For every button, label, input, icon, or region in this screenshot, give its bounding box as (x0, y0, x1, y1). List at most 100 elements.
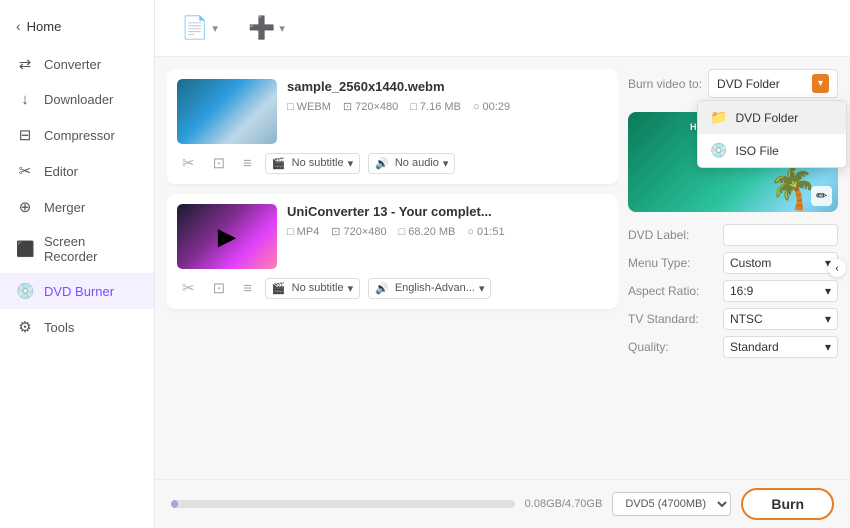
quality-chevron-icon: ▾ (825, 340, 831, 354)
file-duration-1: ○ 00:29 (473, 100, 510, 113)
sidebar-item-converter[interactable]: ⇄ Converter (0, 46, 154, 82)
duration-icon-1: ○ (473, 101, 480, 113)
burn-dropdown-arrow-icon[interactable]: ▾ (812, 74, 829, 93)
settings-grid: DVD Label: Menu Type: Custom ▾ Aspect Ra… (628, 224, 838, 358)
menu-type-label: Menu Type: (628, 256, 708, 270)
menu-item-iso-file-label: ISO File (735, 144, 778, 158)
sidebar-item-merger[interactable]: ⊕ Merger (0, 189, 154, 225)
subtitle-chevron-1: ▾ (348, 157, 354, 170)
sidebar-item-compressor[interactable]: ⊟ Compressor (0, 117, 154, 153)
iso-file-icon: 💿 (710, 142, 727, 159)
converter-icon: ⇄ (16, 55, 34, 73)
bottom-bar: 0.08GB/4.70GB DVD5 (4700MB) Burn (155, 479, 850, 528)
burn-to-label: Burn video to: (628, 77, 702, 91)
file-thumb-1 (177, 79, 277, 144)
merger-icon: ⊕ (16, 198, 34, 216)
sidebar-item-editor[interactable]: ✂ Editor (0, 153, 154, 189)
crop-icon-2[interactable]: ⊡ (208, 277, 231, 299)
burn-to-menu: 📁 DVD Folder 💿 ISO File (697, 100, 847, 168)
main-area: 📄 ▾ ➕ ▾ sample_2560x1440.webm (155, 0, 850, 528)
subtitle-dropdown-2[interactable]: 🎬 No subtitle ▾ (265, 278, 360, 299)
file-info-1: sample_2560x1440.webm □ WEBM ⊡ 720×480 (287, 79, 608, 113)
dvd-burner-icon: 💿 (16, 282, 34, 300)
file-card-2-top: ▶ UniConverter 13 - Your complet... □ MP… (177, 204, 608, 269)
aspect-ratio-label: Aspect Ratio: (628, 284, 708, 298)
menu-type-value: Custom (730, 256, 771, 270)
file-duration-2: ○ 01:51 (467, 225, 504, 238)
sidebar-item-dvd-burner[interactable]: 💿 DVD Burner (0, 273, 154, 309)
subtitle-chevron-2: ▾ (348, 282, 354, 295)
dvd-label-input[interactable] (723, 224, 838, 246)
file-info-2: UniConverter 13 - Your complet... □ MP4 … (287, 204, 608, 238)
file-meta-1: □ WEBM ⊡ 720×480 □ 7.16 MB (287, 100, 608, 113)
audio-icon-2: 🔊 (375, 282, 389, 295)
format-icon-2: □ (287, 226, 294, 238)
effects-icon-2[interactable]: ≡ (238, 278, 257, 299)
file-thumb-2: ▶ (177, 204, 277, 269)
storage-text: 0.08GB/4.70GB (525, 498, 603, 510)
aspect-ratio-select[interactable]: 16:9 ▾ (723, 280, 838, 302)
cut-icon-1[interactable]: ✂ (177, 152, 200, 174)
audio-dropdown-1[interactable]: 🔊 No audio ▾ (368, 153, 455, 174)
aspect-ratio-row: Aspect Ratio: 16:9 ▾ (628, 280, 838, 302)
burn-button[interactable]: Burn (741, 488, 834, 520)
sidebar-item-editor-label: Editor (44, 164, 78, 179)
back-arrow-icon: ‹ (16, 18, 21, 34)
menu-item-dvd-folder[interactable]: 📁 DVD Folder (698, 101, 846, 134)
file-size-1: □ 7.16 MB (410, 100, 461, 113)
menu-item-iso-file[interactable]: 💿 ISO File (698, 134, 846, 167)
file-size-2: □ 68.20 MB (399, 225, 456, 238)
downloader-icon: ↓ (16, 91, 34, 108)
size-icon-1: □ (410, 101, 417, 113)
quality-row: Quality: Standard ▾ (628, 336, 838, 358)
sidebar-item-screen-recorder[interactable]: ⬛ Screen Recorder (0, 225, 154, 273)
file-meta-2: □ MP4 ⊡ 720×480 □ 68.20 MB (287, 225, 608, 238)
sidebar-back-btn[interactable]: ‹ Home (0, 10, 154, 42)
preview-edit-button[interactable]: ✏ (811, 186, 832, 206)
disc-select[interactable]: DVD5 (4700MB) (612, 492, 731, 516)
tv-standard-select[interactable]: NTSC ▾ (723, 308, 838, 330)
sidebar-item-tools-label: Tools (44, 320, 74, 335)
subtitle-dropdown-1[interactable]: 🎬 No subtitle ▾ (265, 153, 360, 174)
resolution-icon-2: ⊡ (331, 225, 340, 238)
duration-icon-2: ○ (467, 226, 474, 238)
sidebar-item-downloader-label: Downloader (44, 92, 113, 107)
dvd-label-row: DVD Label: (628, 224, 838, 246)
menu-type-select[interactable]: Custom ▾ (723, 252, 838, 274)
cut-icon-2[interactable]: ✂ (177, 277, 200, 299)
resolution-icon-1: ⊡ (343, 100, 352, 113)
file-card-1-top: sample_2560x1440.webm □ WEBM ⊡ 720×480 (177, 79, 608, 144)
file-card-1-bottom: ✂ ⊡ ≡ 🎬 No subtitle ▾ 🔊 No audio ▾ (177, 152, 608, 174)
right-panel: ‹ Burn video to: DVD Folder ▾ 📁 DVD Fold… (618, 69, 838, 467)
sidebar-item-dvd-burner-label: DVD Burner (44, 284, 114, 299)
progress-bar-fill (171, 500, 178, 508)
crop-icon-1[interactable]: ⊡ (208, 152, 231, 174)
quality-select[interactable]: Standard ▾ (723, 336, 838, 358)
screen-recorder-icon: ⬛ (16, 240, 34, 258)
audio-chevron-2: ▾ (479, 282, 485, 295)
file-card-2: ▶ UniConverter 13 - Your complet... □ MP… (167, 194, 618, 309)
audio-dropdown-2[interactable]: 🔊 English-Advan... ▾ (368, 278, 491, 299)
add-file-button[interactable]: 📄 ▾ (171, 10, 228, 46)
dvd-label-label: DVD Label: (628, 228, 708, 242)
audio-chevron-1: ▾ (443, 157, 449, 170)
aspect-ratio-chevron-icon: ▾ (825, 284, 831, 298)
sidebar-item-downloader[interactable]: ↓ Downloader (0, 82, 154, 117)
add-disc-button[interactable]: ➕ ▾ (238, 10, 295, 46)
toolbar: 📄 ▾ ➕ ▾ (155, 0, 850, 57)
file-format-2: □ MP4 (287, 225, 319, 238)
aspect-ratio-value: 16:9 (730, 284, 753, 298)
tv-standard-chevron-icon: ▾ (825, 312, 831, 326)
add-file-chevron-icon: ▾ (212, 22, 218, 35)
file-list: sample_2560x1440.webm □ WEBM ⊡ 720×480 (167, 69, 618, 467)
collapse-toggle[interactable]: ‹ (828, 259, 846, 277)
burn-to-dropdown[interactable]: DVD Folder ▾ 📁 DVD Folder 💿 ISO File (708, 69, 838, 98)
quality-value: Standard (730, 340, 779, 354)
subtitle-label-1: 🎬 (272, 157, 286, 170)
file-name-1: sample_2560x1440.webm (287, 79, 608, 94)
sidebar: ‹ Home ⇄ Converter ↓ Downloader ⊟ Compre… (0, 0, 155, 528)
audio-icon-1: 🔊 (375, 157, 389, 170)
sidebar-item-tools[interactable]: ⚙ Tools (0, 309, 154, 345)
sidebar-item-compressor-label: Compressor (44, 128, 115, 143)
effects-icon-1[interactable]: ≡ (238, 153, 257, 174)
